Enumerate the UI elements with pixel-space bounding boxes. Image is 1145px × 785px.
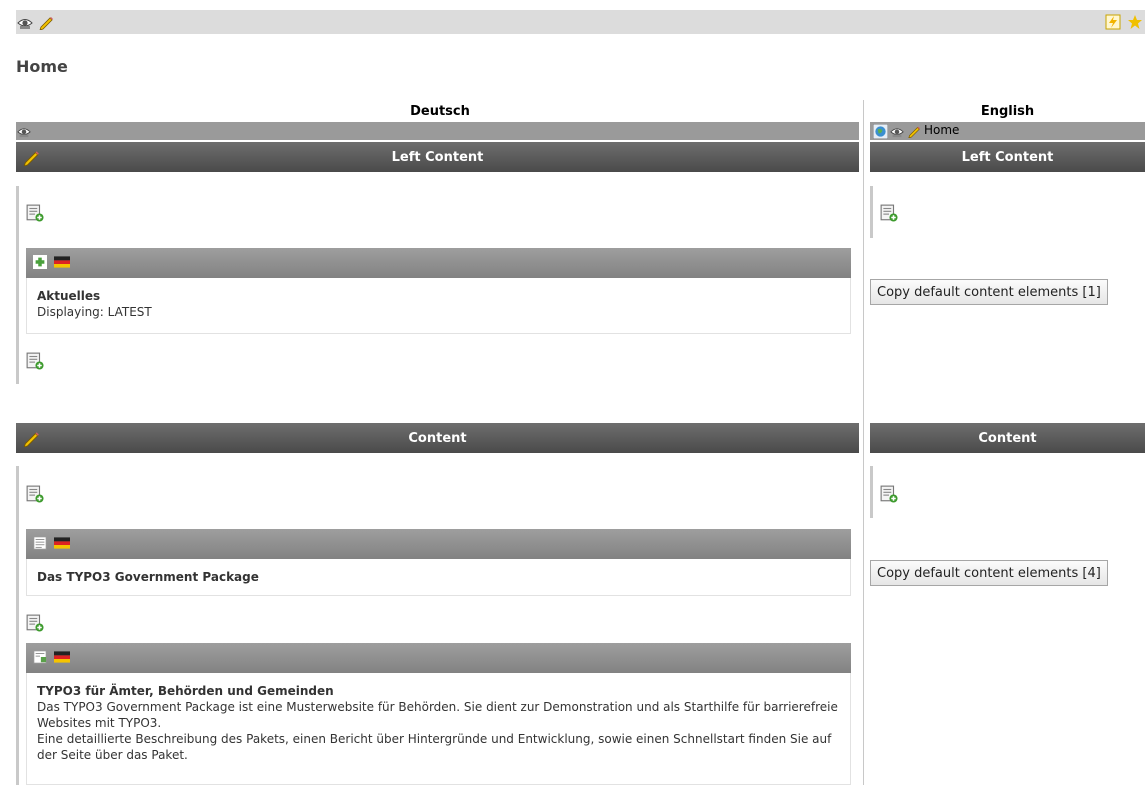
copy-default-content-button[interactable]: Copy default content elements [4] xyxy=(870,560,1108,586)
top-toolbar xyxy=(16,10,1145,34)
content-element-title: Aktuelles xyxy=(37,289,101,303)
column-header-content: Content xyxy=(16,423,859,453)
column-rule xyxy=(16,466,19,785)
column-header-label: Left Content xyxy=(391,149,484,165)
new-content-element-icon[interactable] xyxy=(26,485,44,503)
text-element-icon[interactable] xyxy=(32,536,48,550)
translation-page-title: Home xyxy=(924,123,960,137)
column-rule xyxy=(870,466,873,518)
clear-cache-icon[interactable] xyxy=(1104,13,1122,31)
content-element-text: Displaying: LATEST xyxy=(37,305,152,319)
column-header-label: Content xyxy=(408,430,467,446)
text-with-image-icon[interactable] xyxy=(32,650,48,664)
new-content-element-icon[interactable] xyxy=(26,614,44,632)
language-header-default: Deutsch xyxy=(410,104,470,119)
content-element-title: Das TYPO3 Government Package xyxy=(37,570,259,584)
content-element-title: TYPO3 für Ämter, Behörden und Gemeinden xyxy=(37,684,334,698)
translation-column-header-left-content: Left Content xyxy=(870,142,1145,172)
pencil-icon[interactable] xyxy=(22,148,40,166)
content-element-body[interactable]: Aktuelles Displaying: LATEST xyxy=(26,278,851,334)
new-content-element-icon[interactable] xyxy=(880,485,898,503)
column-divider xyxy=(863,100,864,785)
column-rule xyxy=(870,186,873,238)
content-element-body[interactable]: TYPO3 für Ämter, Behörden und Gemeinden … xyxy=(26,673,851,785)
column-header-left-content: Left Content xyxy=(16,142,859,172)
translation-language-bar: Home xyxy=(870,122,1145,140)
german-flag-icon xyxy=(54,650,70,664)
view-page-icon[interactable] xyxy=(16,123,32,139)
language-header-translation: English xyxy=(980,104,1035,119)
content-element-header xyxy=(26,529,851,559)
content-element-text: Das TYPO3 Government Package ist eine Mu… xyxy=(37,700,838,730)
content-element-header xyxy=(26,643,851,673)
german-flag-icon xyxy=(54,536,70,550)
edit-translation-icon[interactable] xyxy=(906,123,922,139)
copy-default-content-button[interactable]: Copy default content elements [1] xyxy=(870,279,1108,305)
page-title: Home xyxy=(16,57,68,76)
column-header-label: Left Content xyxy=(961,149,1054,165)
new-content-element-icon[interactable] xyxy=(880,204,898,222)
edit-page-properties-icon[interactable] xyxy=(37,13,55,31)
pencil-icon[interactable] xyxy=(22,429,40,447)
content-element-body[interactable]: Das TYPO3 Government Package xyxy=(26,559,851,596)
globe-flag-icon xyxy=(872,123,888,139)
default-language-bar xyxy=(16,122,859,140)
column-header-label: Content xyxy=(978,430,1037,446)
new-content-element-icon[interactable] xyxy=(26,204,44,222)
content-element-text: Eine detaillierte Beschreibung des Paket… xyxy=(37,732,832,762)
content-element-header xyxy=(26,248,851,278)
german-flag-icon xyxy=(54,255,70,269)
view-page-icon[interactable] xyxy=(16,13,34,31)
bookmark-icon[interactable] xyxy=(1126,13,1144,31)
new-content-element-icon[interactable] xyxy=(26,352,44,370)
column-rule xyxy=(16,186,19,384)
translation-column-header-content: Content xyxy=(870,423,1145,453)
plugin-icon[interactable] xyxy=(32,255,48,269)
view-translation-icon[interactable] xyxy=(889,123,905,139)
